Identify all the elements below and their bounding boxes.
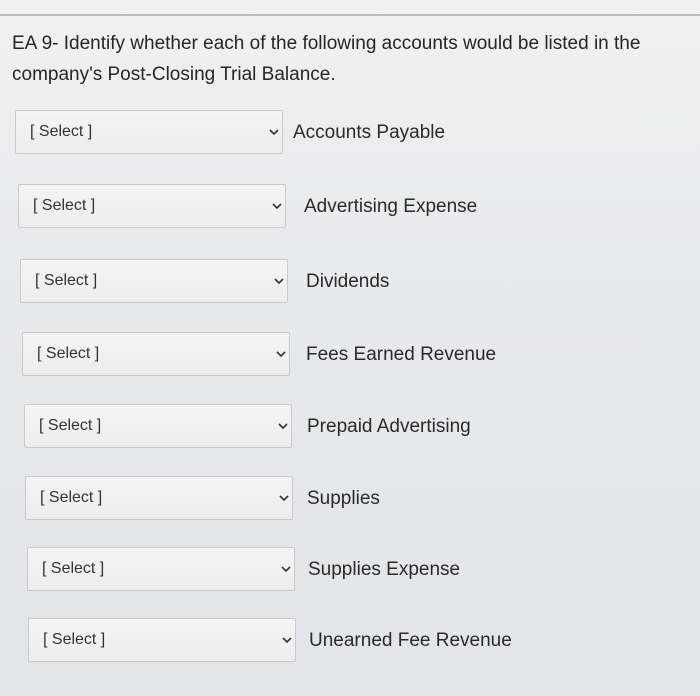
answer-select-dividends[interactable]: [ Select ] <box>20 259 288 303</box>
chevron-down-icon <box>281 566 291 573</box>
answer-select-unearned-fee-revenue[interactable]: [ Select ] <box>28 618 296 662</box>
select-value: [ Select ] <box>33 197 96 214</box>
account-label: Supplies Expense <box>308 559 461 580</box>
select-value: [ Select ] <box>40 489 103 506</box>
account-label: Unearned Fee Revenue <box>309 630 512 651</box>
question-text: EA 9- Identify whether each of the follo… <box>12 33 641 85</box>
account-label: Advertising Expense <box>304 196 478 217</box>
chevron-down-icon <box>272 203 282 210</box>
account-label: Dividends <box>306 271 390 292</box>
chevron-down-icon <box>276 351 286 358</box>
answer-select-advertising-expense[interactable]: [ Select ] <box>18 184 286 228</box>
chevron-down-icon <box>279 495 289 502</box>
select-value: [ Select ] <box>30 123 93 140</box>
answer-select-prepaid-advertising[interactable]: [ Select ] <box>24 404 292 448</box>
answer-select-supplies-expense[interactable]: [ Select ] <box>27 547 295 591</box>
select-value: [ Select ] <box>39 417 102 434</box>
account-label: Accounts Payable <box>293 122 446 143</box>
account-label: Prepaid Advertising <box>307 416 471 437</box>
top-divider <box>0 14 700 16</box>
answer-select-fees-earned-revenue[interactable]: [ Select ] <box>22 332 290 376</box>
chevron-down-icon <box>282 637 292 644</box>
account-label: Supplies <box>307 488 380 509</box>
select-value: [ Select ] <box>42 560 105 577</box>
account-label: Fees Earned Revenue <box>306 344 497 365</box>
answer-select-accounts-payable[interactable]: [ Select ] <box>15 110 283 154</box>
select-value: [ Select ] <box>37 345 100 362</box>
chevron-down-icon <box>269 129 279 136</box>
answer-select-supplies[interactable]: [ Select ] <box>25 476 293 520</box>
select-value: [ Select ] <box>43 631 106 648</box>
select-value: [ Select ] <box>35 272 98 289</box>
chevron-down-icon <box>274 278 284 285</box>
chevron-down-icon <box>278 423 288 430</box>
